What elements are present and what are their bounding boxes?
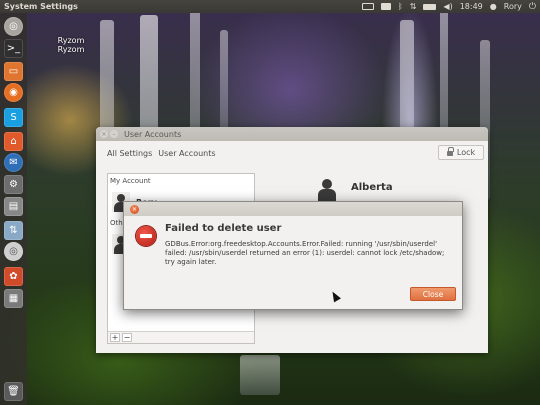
error-dialog: × Failed to delete user GDBus.Error:org.… [123,201,463,310]
thunderbird-icon[interactable]: ✉ [4,153,23,172]
window-title: User Accounts [124,129,182,139]
lock-label: Lock [456,148,476,157]
remove-user-button[interactable]: − [122,333,132,342]
add-user-button[interactable]: + [110,333,120,342]
dvd-icon[interactable]: ◎ [4,242,23,261]
desktop-shortcut-ryzom[interactable]: Ryzom Ryzom [40,36,102,54]
user-icon [316,177,338,201]
system-tray: ᛒ ⇅ ◀) 18:49 ● Rory ⏻ [361,0,536,13]
software-center-icon[interactable]: ⌂ [4,132,23,151]
firefox-icon[interactable]: ◉ [4,83,23,102]
desktop-shortcut-label: Ryzom [57,36,85,45]
lock-icon [446,147,454,156]
dialog-close-icon[interactable]: × [130,204,139,214]
app-title: System Settings [4,2,78,11]
window-close-icon[interactable]: × [100,130,108,138]
palette-icon[interactable]: ✿ [4,267,23,286]
breadcrumb-all-settings[interactable]: All Settings [107,149,152,158]
window-minimize-icon[interactable]: – [110,130,118,138]
skype-icon[interactable]: S [4,108,23,127]
window-titlebar[interactable]: × – User Accounts [96,127,488,141]
user-list-toolbar: + − [108,331,254,343]
clock[interactable]: 18:49 [460,2,483,11]
dialog-message: GDBus.Error:org.freedesktop.Accounts.Err… [165,240,445,266]
top-panel: System Settings ᛒ ⇅ ◀) 18:49 ● Rory ⏻ [0,0,540,13]
error-icon [136,226,156,246]
selected-user-name[interactable]: Alberta [351,182,393,193]
user-icon[interactable]: ● [490,2,497,11]
keyboard-indicator-icon[interactable] [361,3,374,10]
power-icon[interactable]: ⏻ [529,2,536,12]
drive-icon[interactable]: ▤ [4,197,23,216]
battery-icon[interactable] [423,3,437,10]
bluetooth-icon[interactable]: ᛒ [398,2,403,11]
my-account-header: My Account [110,177,151,185]
selected-user-avatar[interactable] [316,177,338,201]
files-icon[interactable]: ▭ [4,62,23,81]
network-signal-icon[interactable]: ⇅ [410,2,417,11]
window-toolbar: All Settings User Accounts Lock [96,141,488,165]
lock-button[interactable]: Lock [438,145,484,160]
settings-icon[interactable]: ⚙ [4,175,23,194]
dialog-heading: Failed to delete user [165,223,282,234]
network-icon[interactable]: ⇅ [4,221,23,240]
launcher: ◎ >_ ▭ ◉ S ⌂ ✉ ⚙ ▤ ⇅ ◎ ✿ ▦ 🗑 [0,13,27,405]
close-button[interactable]: Close [410,287,456,301]
breadcrumb-user-accounts[interactable]: User Accounts [158,149,215,158]
volume-icon[interactable]: ◀) [443,2,452,11]
dash-icon[interactable]: ◎ [4,17,23,36]
trash-icon[interactable]: 🗑 [4,382,23,401]
user-name[interactable]: Rory [504,2,522,11]
terminal-icon[interactable]: >_ [4,39,23,58]
system-monitor-icon[interactable]: ▦ [4,289,23,308]
desktop-shortcut-sublabel: Ryzom [57,45,85,54]
dialog-titlebar[interactable]: × [124,202,462,216]
mail-indicator-icon[interactable] [380,3,391,10]
